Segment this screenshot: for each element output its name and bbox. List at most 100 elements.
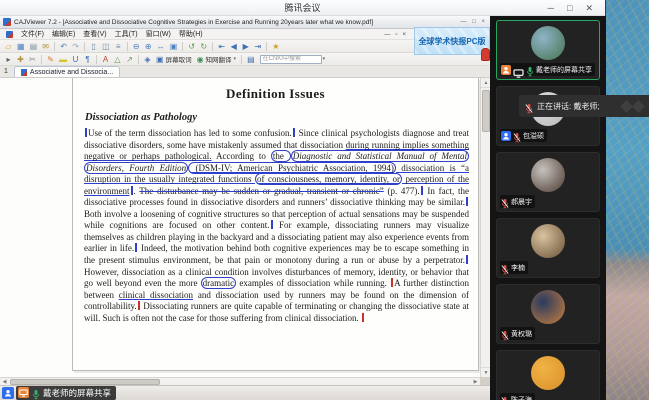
rotate-right-glyph: ↻ bbox=[200, 42, 207, 51]
participant-avatar bbox=[531, 356, 565, 390]
arrow-tool-icon[interactable]: ↗ bbox=[124, 54, 135, 65]
hand-tool-icon[interactable]: ✚ bbox=[15, 54, 26, 65]
banner-mascot-icon bbox=[481, 48, 490, 61]
email-glyph: ✉ bbox=[42, 42, 49, 51]
prev-page-icon[interactable]: ◀ bbox=[228, 41, 239, 52]
search-scope-icon[interactable]: ▤ bbox=[245, 54, 257, 65]
scroll-up-icon[interactable]: ▲ bbox=[481, 78, 490, 88]
cajviewer-window-controls[interactable]: — □ × bbox=[461, 19, 487, 25]
document-viewport: Definition Issues Dissociation as Pathol… bbox=[0, 78, 490, 377]
menu-item-1[interactable]: 编辑(E) bbox=[52, 29, 75, 39]
participant-tile-3[interactable]: 李楠 bbox=[496, 218, 600, 278]
toolbar-separator bbox=[84, 42, 85, 51]
first-page-icon[interactable]: ⇤ bbox=[216, 41, 227, 52]
continuous-view-icon[interactable]: ≡ bbox=[113, 41, 124, 52]
participant-tile-0[interactable]: 戴老师的屏幕共享 bbox=[496, 20, 600, 80]
last-page-icon[interactable]: ⇥ bbox=[252, 41, 263, 52]
text-extract-glyph: A bbox=[103, 55, 108, 64]
zoom-out-icon[interactable]: ⊖ bbox=[131, 41, 142, 52]
text-segment: examples of dissociation while running. bbox=[236, 278, 390, 288]
scroll-down-icon[interactable]: ▼ bbox=[481, 367, 490, 377]
speaking-toast-text: 正在讲话: 戴老师; bbox=[537, 101, 600, 112]
next-page-glyph: ▶ bbox=[243, 42, 249, 51]
search-dropdown-icon[interactable]: ▾ bbox=[323, 56, 326, 62]
banner-text: 全球学术快报PC版 bbox=[418, 36, 485, 47]
participant-label: 黄权璐 bbox=[500, 327, 535, 340]
document-paragraph: Use of the term dissociation has led to … bbox=[84, 128, 469, 324]
single-page-icon[interactable]: ▯ bbox=[88, 41, 99, 52]
undo-icon[interactable]: ↶ bbox=[58, 41, 69, 52]
next-page-icon[interactable]: ▶ bbox=[240, 41, 251, 52]
menu-item-4[interactable]: 窗口(W) bbox=[146, 29, 171, 39]
document-tab[interactable]: Associative and Dissocia... bbox=[14, 66, 120, 77]
menu-item-5[interactable]: 帮助(H) bbox=[179, 29, 203, 39]
underline-annotate-icon[interactable]: U bbox=[70, 54, 81, 65]
fit-page-icon[interactable]: ▣ bbox=[168, 41, 180, 52]
toast-decoration bbox=[622, 102, 643, 111]
zoom-in-icon[interactable]: ⊕ bbox=[143, 41, 154, 52]
snapshot-icon[interactable]: ✂ bbox=[27, 54, 38, 65]
cnki-search-input[interactable] bbox=[260, 55, 322, 64]
tab-label: Associative and Dissocia... bbox=[30, 69, 113, 76]
vertical-scroll-thumb[interactable] bbox=[482, 90, 490, 132]
pencil-annotate-glyph: ✎ bbox=[47, 55, 54, 64]
cajviewer-app-icon bbox=[3, 18, 11, 26]
cnki-translate-icon[interactable]: ◉知网翻译▾ bbox=[195, 54, 239, 65]
doc-minimize-button[interactable]: — bbox=[384, 32, 390, 38]
close-button[interactable]: ✕ bbox=[585, 0, 593, 16]
save-icon[interactable]: ▦ bbox=[15, 41, 27, 52]
share-status-pill: 戴老师的屏幕共享 bbox=[16, 386, 116, 400]
print-glyph: ▤ bbox=[30, 42, 38, 51]
tencent-meeting-window: 腾讯会议 ─ □ ✕ CAJViewer 7.2 - [Associative … bbox=[0, 0, 606, 400]
select-tool-icon[interactable]: ▸ bbox=[3, 54, 14, 65]
horizontal-scrollbar[interactable]: ◀ ▶ bbox=[0, 377, 480, 385]
maximize-button[interactable]: □ bbox=[567, 0, 572, 16]
doc-close-button[interactable]: × bbox=[402, 32, 406, 38]
participant-name: 包溢硕 bbox=[523, 131, 544, 141]
add-bookmark-icon[interactable]: ★ bbox=[270, 41, 281, 52]
fit-width-icon[interactable]: ↔ bbox=[155, 41, 167, 52]
participant-label: 包溢硕 bbox=[500, 129, 547, 142]
facing-pages-icon[interactable]: ◫ bbox=[100, 41, 112, 52]
minimize-button[interactable]: ─ bbox=[548, 0, 554, 16]
add-bookmark-glyph: ★ bbox=[272, 42, 279, 51]
toolbar-separator bbox=[127, 42, 128, 51]
pencil-annotate-icon[interactable]: ✎ bbox=[45, 54, 56, 65]
rotate-right-icon[interactable]: ↻ bbox=[198, 41, 209, 52]
menu-item-0[interactable]: 文件(F) bbox=[21, 29, 44, 39]
ocr-icon[interactable]: ◈ bbox=[142, 54, 153, 65]
note-icon[interactable]: ¶ bbox=[82, 54, 93, 65]
screen-word-capture-glyph: ▣ bbox=[156, 55, 164, 64]
text-segment: the bbox=[271, 150, 291, 162]
redo-icon[interactable]: ↷ bbox=[70, 41, 81, 52]
print-icon[interactable]: ▤ bbox=[28, 41, 40, 52]
participant-tile-5[interactable]: 陈子海 bbox=[496, 350, 600, 400]
menu-item-2[interactable]: 查看(V) bbox=[83, 29, 106, 39]
ink-mark-red bbox=[138, 301, 140, 310]
toolbar-separator bbox=[54, 42, 55, 51]
shape-tool-icon[interactable]: △ bbox=[112, 54, 123, 65]
email-icon[interactable]: ✉ bbox=[40, 41, 51, 52]
menu-item-3[interactable]: 工具(T) bbox=[115, 29, 138, 39]
open-file-icon[interactable]: ▱ bbox=[3, 41, 14, 52]
vertical-scrollbar[interactable]: ▲ ▼ bbox=[480, 78, 490, 377]
cnki-express-banner[interactable]: 全球学术快报PC版 bbox=[414, 27, 490, 55]
doc-restore-button[interactable]: ▫ bbox=[395, 32, 397, 38]
participant-avatar bbox=[531, 224, 565, 258]
screen: 腾讯会议 ─ □ ✕ CAJViewer 7.2 - [Associative … bbox=[0, 0, 649, 400]
text-segment: Indeed, the motivation behind both cogni… bbox=[84, 243, 469, 265]
highlight-icon[interactable]: ▬ bbox=[57, 54, 69, 65]
text-segment: Use of the term dissociation has led to … bbox=[88, 128, 292, 138]
zoom-out-glyph: ⊖ bbox=[133, 42, 140, 51]
text-extract-icon[interactable]: A bbox=[100, 54, 111, 65]
open-file-glyph: ▱ bbox=[5, 42, 11, 51]
screen-word-capture-icon[interactable]: ▣屏幕取词 bbox=[154, 54, 194, 65]
note-glyph: ¶ bbox=[85, 55, 89, 64]
document-page: Definition Issues Dissociation as Pathol… bbox=[72, 78, 479, 371]
save-glyph: ▦ bbox=[17, 42, 25, 51]
toolbar-separator bbox=[266, 42, 267, 51]
text-segment: clinical dissociation bbox=[119, 290, 193, 300]
rotate-left-icon[interactable]: ↺ bbox=[186, 41, 197, 52]
participant-tile-2[interactable]: 郝晨宇 bbox=[496, 152, 600, 212]
participant-tile-4[interactable]: 黄权璐 bbox=[496, 284, 600, 344]
